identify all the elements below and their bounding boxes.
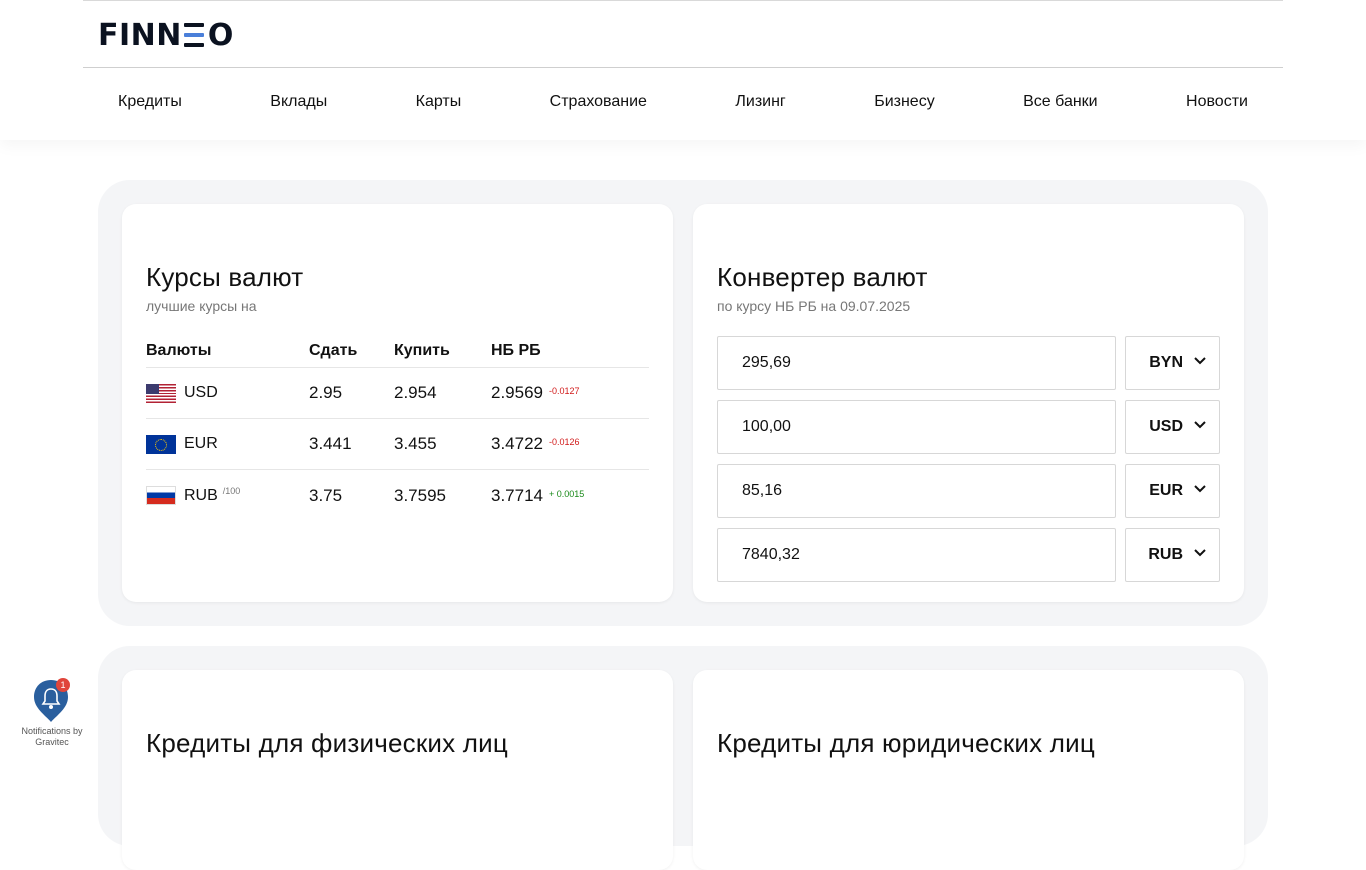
credits-section: Кредиты для физических лиц Кредиты для ю… xyxy=(98,646,1268,870)
converter-subtitle: по курсу НБ РБ на 09.07.2025 xyxy=(717,298,910,314)
converter-date: 09.07.2025 xyxy=(840,298,911,314)
buy-value: 2.954 xyxy=(394,383,437,402)
table-row[interactable]: RUB /100 3.75 3.7595 3.7714 + 0.0015 xyxy=(146,470,649,521)
nav-item-business[interactable]: Бизнесу xyxy=(874,93,935,111)
header-currency: Валюты xyxy=(146,342,212,359)
nav-item-news[interactable]: Новости xyxy=(1186,93,1248,111)
header-nb: НБ РБ xyxy=(491,342,541,359)
credits-individuals-card[interactable]: Кредиты для физических лиц xyxy=(122,670,673,870)
currency-select-eur[interactable]: EUR xyxy=(1125,464,1220,518)
header-buy: Купить xyxy=(394,342,450,359)
buy-value: 3.7595 xyxy=(394,485,446,505)
currency-select-rub[interactable]: RUB xyxy=(1125,528,1220,582)
converter-row: 7840,32 RUB xyxy=(717,528,1220,582)
credits-individuals-title: Кредиты для физических лиц xyxy=(146,728,508,758)
ru-flag-icon xyxy=(146,486,176,505)
currency-code: EUR xyxy=(184,435,218,452)
table-row[interactable]: USD 2.95 2.954 2.9569 -0.0127 xyxy=(146,368,649,419)
converter-row: 100,00 USD xyxy=(717,400,1220,454)
header-sell: Сдать xyxy=(309,342,358,359)
currency-select-value: EUR xyxy=(1149,482,1183,499)
amount-input-rub[interactable]: 7840,32 xyxy=(717,528,1116,582)
site-header: FINN O Кредиты Вклады Карты Страхование … xyxy=(0,0,1366,140)
converter-title: Конвертер валют xyxy=(717,262,928,292)
us-flag-icon xyxy=(146,383,176,403)
rates-title: Курсы валют xyxy=(146,262,304,292)
currency-select-byn[interactable]: BYN xyxy=(1125,336,1220,390)
eu-flag-icon xyxy=(146,434,176,454)
currency-select-usd[interactable]: USD xyxy=(1125,400,1220,454)
rates-section: Курсы валют лучшие курсы на Валюты Сдать… xyxy=(98,180,1268,626)
currency-cell: USD xyxy=(146,383,309,403)
chevron-down-icon xyxy=(1194,357,1206,365)
currency-code: USD xyxy=(184,384,218,401)
credits-legal-title: Кредиты для юридических лиц xyxy=(717,728,1095,758)
sell-value: 3.441 xyxy=(309,434,352,453)
currency-select-value: USD xyxy=(1149,418,1183,435)
amount-input-eur[interactable]: 85,16 xyxy=(717,464,1116,518)
chevron-down-icon xyxy=(1194,485,1206,493)
nb-cell: 3.7714 + 0.0015 xyxy=(491,486,649,506)
sell-value: 3.75 xyxy=(309,485,343,505)
header-inner: FINN O Кредиты Вклады Карты Страхование … xyxy=(83,0,1283,140)
nav-item-deposits[interactable]: Вклады xyxy=(270,93,327,111)
table-row[interactable]: EUR 3.441 3.455 3.4722 -0.0126 xyxy=(146,419,649,470)
currency-cell: RUB /100 xyxy=(146,486,309,505)
currency-unit: /100 xyxy=(222,485,241,496)
nb-value: 2.9569 xyxy=(491,383,543,402)
site-logo[interactable]: FINN O xyxy=(98,17,234,53)
converter-subtitle-prefix: по курсу НБ РБ на xyxy=(717,298,841,314)
currency-select-value: BYN xyxy=(1149,354,1183,371)
nb-value: 3.4722 xyxy=(491,434,543,453)
credits-legal-card[interactable]: Кредиты для юридических лиц xyxy=(693,670,1244,870)
notification-count-badge: 1 xyxy=(56,678,70,692)
currency-cell: EUR xyxy=(146,434,309,454)
converter-row: 85,16 EUR xyxy=(717,464,1220,518)
logo-text-right: O xyxy=(207,17,234,53)
rates-table: Валюты Сдать Купить НБ РБ USD 2.95 2.954… xyxy=(146,342,649,521)
nav-item-all-banks[interactable]: Все банки xyxy=(1023,93,1097,111)
main-nav: Кредиты Вклады Карты Страхование Лизинг … xyxy=(83,93,1283,111)
buy-value: 3.455 xyxy=(394,434,437,453)
nb-delta: + 0.0015 xyxy=(549,488,585,499)
chevron-down-icon xyxy=(1194,549,1206,557)
converter-form: 295,69 BYN 100,00 USD 85,16 EUR 7840,32 … xyxy=(717,336,1220,592)
amount-input-byn[interactable]: 295,69 xyxy=(717,336,1116,390)
notification-widget-label: Notifications by Gravitec xyxy=(21,726,83,747)
currency-select-value: RUB xyxy=(1148,546,1183,563)
notification-widget[interactable]: 1 Notifications by Gravitec xyxy=(14,678,90,750)
logo-text-left: FINN xyxy=(98,17,182,53)
converter-row: 295,69 BYN xyxy=(717,336,1220,390)
amount-input-usd[interactable]: 100,00 xyxy=(717,400,1116,454)
rates-card: Курсы валют лучшие курсы на Валюты Сдать… xyxy=(122,204,673,602)
sell-value: 2.95 xyxy=(309,383,343,402)
nb-delta: -0.0127 xyxy=(549,386,580,396)
nav-item-cards[interactable]: Карты xyxy=(416,93,462,111)
rates-subtitle: лучшие курсы на xyxy=(146,298,257,314)
header-divider xyxy=(83,67,1283,68)
nb-value: 3.7714 xyxy=(491,485,543,505)
nb-delta: -0.0126 xyxy=(549,437,580,447)
converter-card: Конвертер валют по курсу НБ РБ на 09.07.… xyxy=(693,204,1244,602)
rates-table-header: Валюты Сдать Купить НБ РБ xyxy=(146,342,649,368)
nb-cell: 2.9569 -0.0127 xyxy=(491,383,649,403)
nav-item-credits[interactable]: Кредиты xyxy=(118,93,182,111)
logo-e-icon xyxy=(183,22,206,48)
nav-item-insurance[interactable]: Страхование xyxy=(550,93,647,111)
chevron-down-icon xyxy=(1194,421,1206,429)
nb-cell: 3.4722 -0.0126 xyxy=(491,434,649,454)
nav-item-leasing[interactable]: Лизинг xyxy=(735,93,785,111)
currency-code: RUB xyxy=(184,486,218,504)
